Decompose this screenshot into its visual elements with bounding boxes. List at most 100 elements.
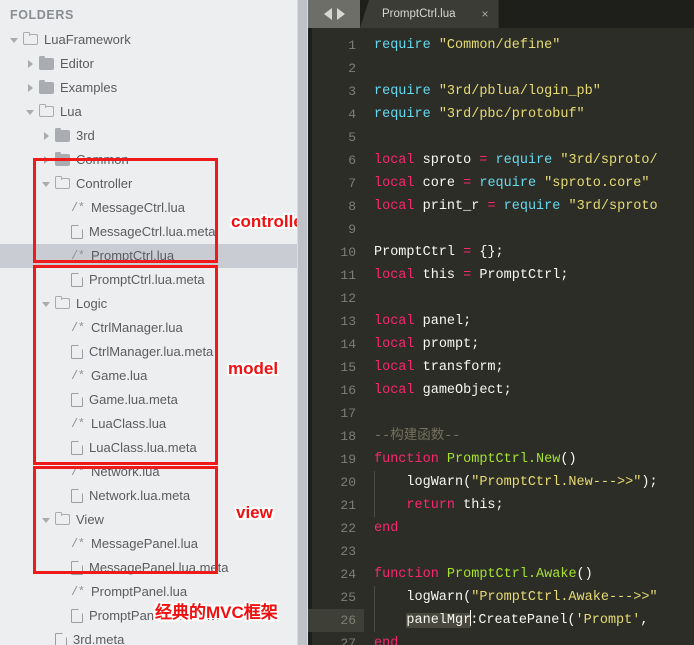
code-area[interactable]: 1 require "Common/define" 2 3 require "3rd/p…	[308, 28, 694, 645]
tree-item-ctrlmanager-lua[interactable]: /* CtrlManager.lua	[0, 316, 308, 340]
tree-item-promptctrl-lua-meta[interactable]: PromptCtrl.lua.meta	[0, 268, 308, 292]
code-line[interactable]: local transform;	[374, 356, 504, 379]
code-token: --构建函数--	[374, 429, 461, 444]
code-line[interactable]: --构建函数--	[374, 425, 460, 448]
code-line[interactable]: function PromptCtrl.Awake()	[374, 563, 593, 586]
tree-item-controller[interactable]: Controller	[0, 172, 308, 196]
code-line[interactable]: local gameObject;	[374, 379, 512, 402]
code-line[interactable]: return this;	[374, 494, 503, 517]
tab-promptctrl-lua[interactable]: PromptCtrl.lua ×	[360, 0, 499, 28]
line-number: 18	[340, 429, 356, 444]
lua-file-icon: /*	[71, 369, 85, 383]
lua-file-icon: /*	[71, 249, 85, 263]
code-line[interactable]: require "3rd/pblua/login_pb"	[374, 80, 601, 103]
code-line[interactable]: local panel;	[374, 310, 471, 333]
code-token: require	[503, 199, 561, 214]
tree-item-messagepanel-lua[interactable]: /* MessagePanel.lua	[0, 532, 308, 556]
back-arrow-icon[interactable]	[323, 8, 332, 20]
line-number: 1	[348, 38, 356, 53]
tree-item-messagepanel-lua-meta[interactable]: MessagePanel.lua.meta	[0, 556, 308, 580]
chevron-right-icon[interactable]	[26, 83, 35, 93]
line-number: 24	[340, 567, 356, 582]
document-file-icon	[71, 488, 84, 503]
tree-item-lua[interactable]: Lua	[0, 100, 308, 124]
chevron-right-icon[interactable]	[42, 155, 51, 165]
line-number: 20	[340, 475, 356, 490]
tree-item-label: Network.lua	[91, 464, 160, 479]
code-line[interactable]: PromptCtrl = {};	[374, 241, 504, 264]
chevron-down-icon[interactable]	[10, 36, 19, 45]
tree-item-common[interactable]: Common	[0, 148, 308, 172]
code-line[interactable]: function PromptCtrl.New()	[374, 448, 577, 471]
tree-item-editor[interactable]: Editor	[0, 52, 308, 76]
lua-file-icon: /*	[71, 321, 85, 335]
close-icon[interactable]: ×	[482, 7, 489, 21]
tree-item-examples[interactable]: Examples	[0, 76, 308, 100]
chevron-down-icon[interactable]	[26, 108, 35, 117]
code-token: local	[374, 314, 415, 329]
tree-item-logic[interactable]: Logic	[0, 292, 308, 316]
tree-item-label: CtrlManager.lua.meta	[89, 344, 214, 359]
code-line[interactable]: require "Common/define"	[374, 34, 560, 57]
code-token: PromptCtrl	[374, 245, 464, 260]
tree-item-label: View	[76, 512, 104, 527]
code-line[interactable]: end	[374, 517, 398, 540]
code-line[interactable]: local print_r = require "3rd/sproto	[374, 195, 658, 218]
code-line[interactable]: logWarn("PromptCtrl.New--->>");	[374, 471, 657, 494]
forward-arrow-icon[interactable]	[336, 8, 345, 20]
document-file-icon	[55, 632, 68, 645]
tree-item-label: LuaClass.lua	[91, 416, 167, 431]
line-number: 13	[340, 314, 356, 329]
tree-item-network-lua[interactable]: /* Network.lua	[0, 460, 308, 484]
code-line[interactable]: panelMgr:CreatePanel('Prompt',	[374, 609, 648, 632]
tree-item-label: MessagePanel.lua	[91, 536, 198, 551]
tree-item-luaclass-lua-meta[interactable]: LuaClass.lua.meta	[0, 436, 308, 460]
chevron-down-icon[interactable]	[42, 300, 51, 309]
code-line[interactable]: local sproto = require "3rd/sproto/	[374, 149, 658, 172]
chevron-right-icon[interactable]	[42, 131, 51, 141]
line-number: 11	[340, 268, 356, 283]
code-token: require	[374, 84, 431, 99]
tree-item-3rd[interactable]: 3rd	[0, 124, 308, 148]
code-line[interactable]: local prompt;	[374, 333, 479, 356]
code-token: core	[414, 176, 464, 191]
tree-item-3rd-meta[interactable]: 3rd.meta	[0, 628, 308, 645]
chevron-right-icon[interactable]	[26, 59, 35, 69]
document-file-icon	[71, 560, 84, 575]
sidebar-scrollbar-thumb[interactable]	[298, 0, 307, 645]
line-number: 9	[348, 222, 356, 237]
code-line[interactable]: logWarn("PromptCtrl.Awake--->>"	[374, 586, 657, 609]
chevron-down-icon[interactable]	[42, 180, 51, 189]
no-chevron-spacer	[58, 372, 67, 381]
file-tree[interactable]: LuaFramework Editor Examples Lua 3rd Common Co…	[0, 28, 308, 645]
tree-item-luaclass-lua[interactable]: /* LuaClass.lua	[0, 412, 308, 436]
code-line[interactable]: local this = PromptCtrl;	[374, 264, 568, 287]
line-number: 21	[340, 498, 356, 513]
no-chevron-spacer	[58, 612, 67, 621]
code-line[interactable]: local core = require "sproto.core"	[374, 172, 650, 195]
lua-file-icon: /*	[71, 585, 85, 599]
tree-item-luaframework[interactable]: LuaFramework	[0, 28, 308, 52]
no-chevron-spacer	[58, 204, 67, 213]
code-token: "PromptCtrl.New--->>"	[471, 475, 642, 490]
line-number: 5	[348, 130, 356, 145]
code-line[interactable]: end	[374, 632, 398, 645]
tab-nav-buttons[interactable]	[308, 0, 360, 28]
no-chevron-spacer	[58, 276, 67, 285]
line-number: 15	[340, 360, 356, 375]
code-line[interactable]: require "3rd/pbc/protobuf"	[374, 103, 585, 126]
tab-label: PromptCtrl.lua	[382, 8, 456, 20]
code-token: ()	[560, 452, 577, 467]
tree-item-promptctrl-lua[interactable]: /* PromptCtrl.lua	[0, 244, 308, 268]
chevron-down-icon[interactable]	[42, 516, 51, 525]
document-file-icon	[71, 344, 84, 359]
tree-item-label: Editor	[60, 56, 94, 71]
tree-item-label: 3rd.meta	[73, 632, 125, 645]
no-chevron-spacer	[58, 396, 67, 405]
no-chevron-spacer	[58, 468, 67, 477]
sidebar-scrollbar[interactable]	[297, 0, 308, 645]
tree-item-game-lua-meta[interactable]: Game.lua.meta	[0, 388, 308, 412]
